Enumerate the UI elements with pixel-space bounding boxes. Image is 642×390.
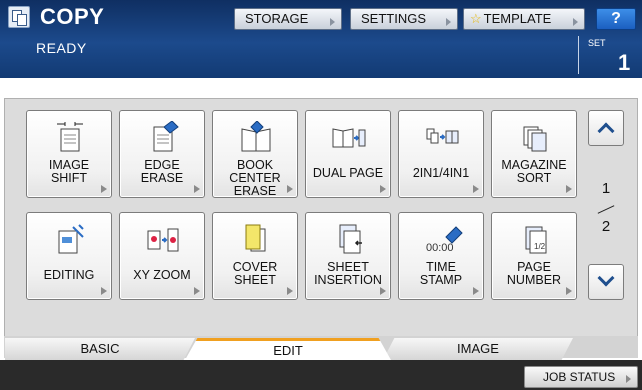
template-label: TEMPLATE bbox=[483, 11, 552, 26]
chevron-up-icon bbox=[597, 122, 615, 140]
scroll-down-button[interactable] bbox=[588, 264, 624, 300]
tab-image[interactable]: IMAGE bbox=[383, 338, 573, 360]
editing-icon bbox=[58, 224, 84, 254]
job-status-button[interactable]: JOB STATUS bbox=[524, 366, 638, 388]
function-label: SHEET INSERTION bbox=[314, 260, 382, 287]
tab-edit[interactable]: EDIT bbox=[185, 338, 391, 360]
edge-erase-icon bbox=[153, 121, 179, 152]
arrow-right-icon bbox=[566, 185, 572, 193]
arrow-right-icon bbox=[330, 18, 335, 26]
arrow-right-icon bbox=[380, 185, 386, 193]
arrow-right-icon bbox=[626, 375, 631, 383]
arrow-right-icon bbox=[287, 287, 293, 295]
book-center-erase-icon bbox=[241, 121, 271, 152]
function-label: DUAL PAGE bbox=[312, 166, 384, 180]
function-label: PAGE NUMBER bbox=[506, 260, 562, 287]
arrow-right-icon bbox=[573, 18, 578, 26]
edge-erase-button[interactable]: EDGE ERASE bbox=[119, 110, 205, 198]
function-label: 2IN1/4IN1 bbox=[412, 166, 470, 180]
page-current: 1 bbox=[601, 180, 611, 197]
time-stamp-icon: 00:00 bbox=[426, 226, 463, 254]
magazine-sort-button[interactable]: MAGAZINE SORT bbox=[491, 110, 577, 198]
xy-zoom-button[interactable]: XY ZOOM bbox=[119, 212, 205, 300]
function-label: BOOK CENTER ERASE bbox=[229, 158, 281, 198]
function-label: TIME STAMP bbox=[419, 260, 463, 287]
image-shift-button[interactable]: IMAGE SHIFT bbox=[26, 110, 112, 198]
arrow-right-icon bbox=[446, 18, 451, 26]
2in1-4in1-icon bbox=[426, 128, 459, 144]
arrow-right-icon bbox=[473, 185, 479, 193]
arrow-right-icon bbox=[194, 185, 200, 193]
status-text: READY bbox=[36, 40, 87, 56]
tab-basic[interactable]: BASIC bbox=[5, 338, 195, 360]
page-number-icon: 1/2 bbox=[525, 226, 547, 254]
page-number-button[interactable]: 1/2 PAGE NUMBER bbox=[491, 212, 577, 300]
storage-button[interactable]: STORAGE bbox=[234, 8, 342, 30]
arrow-right-icon bbox=[473, 287, 479, 295]
header-bar: COPY READY STORAGE SETTINGS ☆ TEMPLATE ? … bbox=[0, 0, 642, 78]
set-label: SET bbox=[588, 38, 606, 48]
function-label: EDGE ERASE bbox=[140, 158, 184, 185]
function-label: EDITING bbox=[43, 268, 95, 282]
chevron-down-icon bbox=[597, 269, 615, 287]
job-status-label: JOB STATUS bbox=[543, 370, 616, 384]
xy-zoom-icon bbox=[147, 228, 179, 252]
svg-text:1/2: 1/2 bbox=[534, 242, 546, 251]
function-label: IMAGE SHIFT bbox=[48, 158, 90, 185]
cover-sheet-icon bbox=[245, 224, 266, 252]
function-label: COVER SHEET bbox=[232, 260, 278, 287]
template-button[interactable]: ☆ TEMPLATE bbox=[463, 8, 585, 30]
arrow-right-icon bbox=[566, 287, 572, 295]
arrow-right-icon bbox=[194, 287, 200, 295]
arrow-right-icon bbox=[380, 287, 386, 295]
star-icon: ☆ bbox=[470, 11, 482, 26]
time-stamp-icon-text: 00:00 bbox=[426, 242, 454, 254]
time-stamp-button[interactable]: 00:00 TIME STAMP bbox=[398, 212, 484, 300]
sheet-insertion-icon bbox=[339, 224, 362, 254]
book-center-erase-button[interactable]: BOOK CENTER ERASE bbox=[212, 110, 298, 198]
image-shift-icon bbox=[57, 122, 83, 152]
arrow-right-icon bbox=[101, 185, 107, 193]
storage-label: STORAGE bbox=[245, 11, 309, 26]
set-count: 1 bbox=[618, 50, 631, 75]
dual-page-button[interactable]: DUAL PAGE bbox=[305, 110, 391, 198]
magazine-sort-icon bbox=[523, 126, 547, 152]
arrow-right-icon bbox=[287, 185, 293, 193]
function-label: MAGAZINE SORT bbox=[501, 158, 567, 185]
dual-page-icon bbox=[332, 128, 366, 148]
set-divider bbox=[578, 36, 579, 74]
arrow-right-icon bbox=[101, 287, 107, 295]
help-button[interactable]: ? bbox=[596, 8, 636, 30]
2in1-4in1-button[interactable]: 2IN1/4IN1 bbox=[398, 110, 484, 198]
scroll-up-button[interactable] bbox=[588, 110, 624, 146]
app-title: COPY bbox=[40, 4, 105, 29]
mode-tabs: BASIC IMAGE EDIT bbox=[0, 338, 642, 360]
editing-button[interactable]: EDITING bbox=[26, 212, 112, 300]
function-label: XY ZOOM bbox=[133, 268, 191, 282]
cover-sheet-button[interactable]: COVER SHEET bbox=[212, 212, 298, 300]
page-total: 2 bbox=[601, 218, 611, 235]
copy-app-icon bbox=[8, 6, 30, 28]
settings-button[interactable]: SETTINGS bbox=[350, 8, 458, 30]
settings-label: SETTINGS bbox=[361, 11, 427, 26]
sheet-insertion-button[interactable]: SHEET INSERTION bbox=[305, 212, 391, 300]
